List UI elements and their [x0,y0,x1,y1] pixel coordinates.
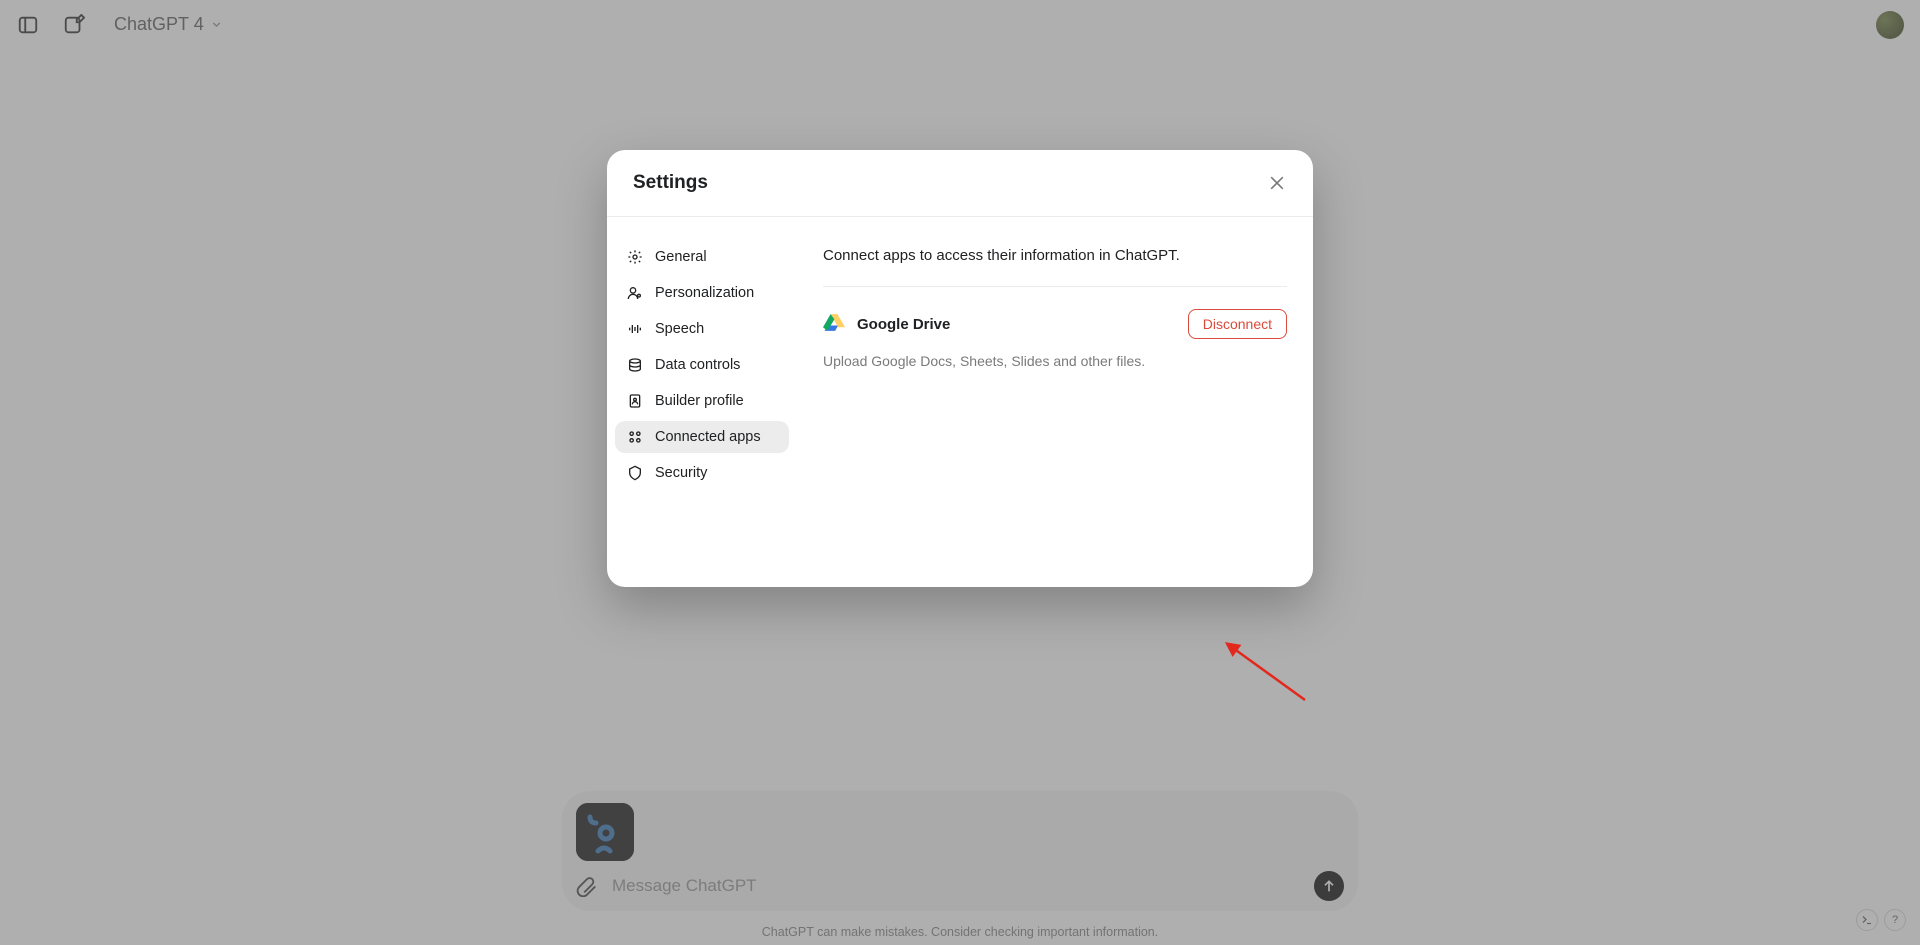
divider [823,286,1287,287]
waveform-icon [627,321,643,337]
modal-overlay[interactable]: Settings General Personalization Speech [0,0,1920,945]
nav-label: Builder profile [655,393,744,409]
nav-label: Speech [655,321,704,337]
nav-item-data-controls[interactable]: Data controls [615,349,789,381]
apps-grid-icon [627,429,643,445]
nav-label: Personalization [655,285,754,301]
nav-item-builder-profile[interactable]: Builder profile [615,385,789,417]
settings-modal: Settings General Personalization Speech [607,150,1313,587]
nav-item-security[interactable]: Security [615,457,789,489]
person-gear-icon [627,285,643,301]
connected-app-row: Google Drive Disconnect [823,309,1287,339]
database-icon [627,357,643,373]
settings-nav: General Personalization Speech Data cont… [607,217,797,587]
nav-label: General [655,249,707,265]
id-card-icon [627,393,643,409]
nav-label: Data controls [655,357,740,373]
modal-header: Settings [607,150,1313,217]
nav-item-general[interactable]: General [615,241,789,273]
annotation-arrow [1225,640,1315,710]
close-button[interactable] [1267,173,1287,193]
modal-title: Settings [633,172,708,194]
content-description: Connect apps to access their information… [823,247,1287,264]
google-drive-icon [823,314,845,334]
nav-label: Security [655,465,707,481]
app-subtext: Upload Google Docs, Sheets, Slides and o… [823,353,1287,369]
nav-label: Connected apps [655,429,761,445]
nav-item-speech[interactable]: Speech [615,313,789,345]
settings-content: Connect apps to access their information… [797,217,1313,587]
nav-item-connected-apps[interactable]: Connected apps [615,421,789,453]
disconnect-button[interactable]: Disconnect [1188,309,1287,339]
shield-icon [627,465,643,481]
nav-item-personalization[interactable]: Personalization [615,277,789,309]
close-icon [1267,173,1287,193]
gear-icon [627,249,643,265]
app-name: Google Drive [857,316,950,333]
